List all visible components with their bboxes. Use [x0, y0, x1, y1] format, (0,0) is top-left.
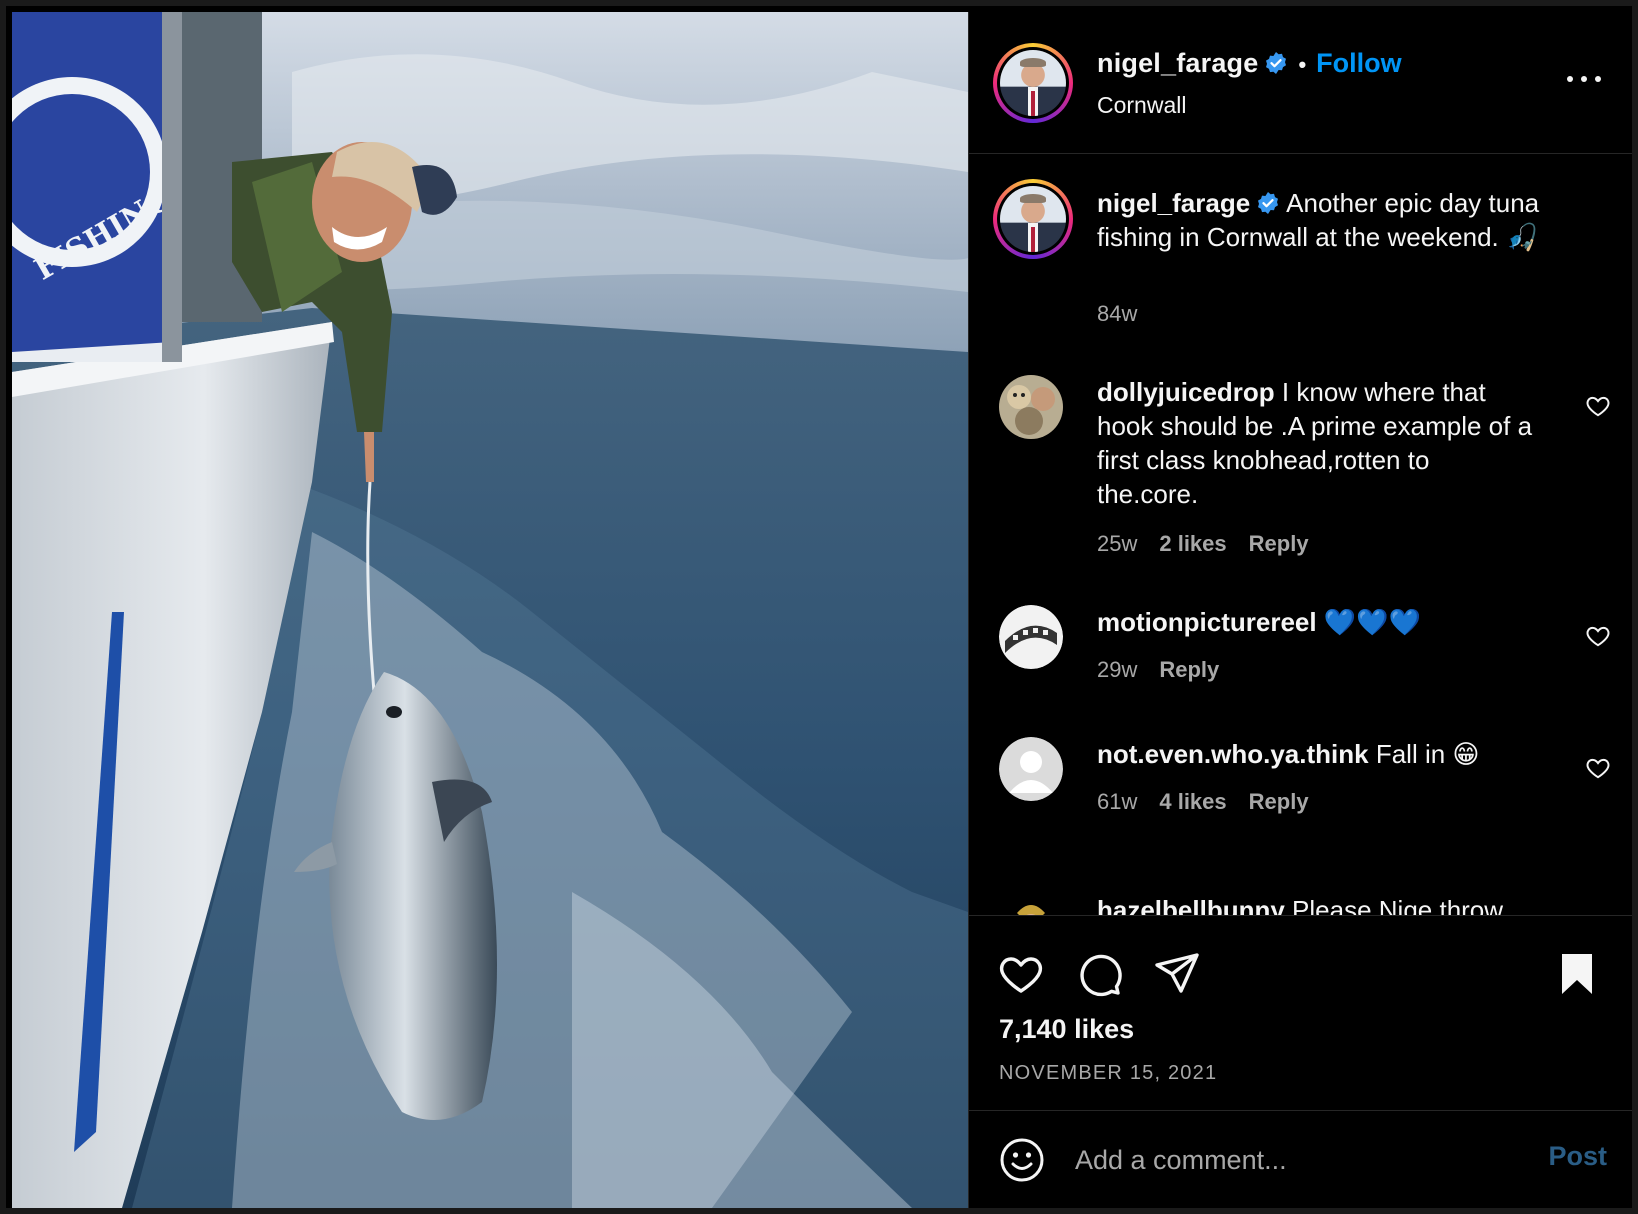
comment-likes[interactable]: 4 likes: [1159, 789, 1226, 814]
comment-username[interactable]: not.even.who.ya.think: [1097, 739, 1369, 769]
caption-meta: 84w: [1097, 301, 1159, 327]
comment-bubble-icon[interactable]: [1075, 950, 1123, 998]
commenter-avatar[interactable]: [999, 375, 1063, 439]
comment-age: 61w: [1097, 789, 1138, 814]
comment-text-block: dollyjuicedrop I know where that hook sh…: [1097, 375, 1537, 511]
author-username[interactable]: nigel_farage: [1097, 48, 1258, 78]
post-button[interactable]: Post: [1548, 1141, 1607, 1172]
comment-text-block: not.even.who.ya.think Fall in 😁: [1097, 737, 1537, 771]
heart-icon[interactable]: [1585, 623, 1611, 649]
follow-button[interactable]: Follow: [1316, 48, 1401, 78]
author-avatar[interactable]: [993, 43, 1073, 123]
comment-text-block: motionpicturereel 💙💙💙: [1097, 605, 1537, 639]
post-actions: 7,140 likes NOVEMBER 15, 2021: [969, 915, 1632, 1110]
comment-composer: Post: [969, 1110, 1632, 1208]
emoji-smile-icon[interactable]: [999, 1137, 1045, 1183]
caption-text-block: nigel_farage Another epic day tuna fishin…: [1097, 186, 1557, 254]
comment-username[interactable]: hazelbellbunny: [1097, 895, 1285, 915]
author-line: nigel_farage • Follow: [1097, 48, 1402, 79]
more-options-icon[interactable]: [1567, 74, 1601, 84]
caption-age: 84w: [1097, 301, 1138, 326]
heart-icon[interactable]: [997, 950, 1045, 998]
comment-text-block: hazelbellbunny Please Nige throw: [1097, 893, 1577, 915]
comment-text: Please Nige throw: [1292, 895, 1504, 915]
comment-age: 25w: [1097, 531, 1138, 556]
reply-button[interactable]: Reply: [1249, 789, 1309, 814]
comments-list[interactable]: nigel_farage Another epic day tuna fishin…: [969, 155, 1632, 915]
verified-badge-icon: [1266, 52, 1287, 74]
comment-age: 29w: [1097, 657, 1138, 682]
comment-text: 💙💙💙: [1323, 607, 1421, 637]
commenter-avatar[interactable]: [999, 605, 1063, 669]
comment-meta: 61w 4 likes Reply: [1097, 789, 1331, 815]
commenter-avatar[interactable]: [999, 737, 1063, 801]
separator-dot: •: [1298, 52, 1307, 77]
post-header: nigel_farage • Follow Cornwall: [969, 12, 1632, 154]
caption-username[interactable]: nigel_farage: [1097, 188, 1250, 218]
post-photo: FISHING: [12, 12, 968, 1208]
post-location[interactable]: Cornwall: [1097, 92, 1186, 119]
comment-input[interactable]: [1075, 1135, 1495, 1185]
commenter-avatar[interactable]: [999, 893, 1063, 915]
heart-icon[interactable]: [1585, 755, 1611, 781]
paper-plane-icon[interactable]: [1153, 950, 1201, 998]
caption-avatar[interactable]: [993, 179, 1073, 259]
reply-button[interactable]: Reply: [1249, 531, 1309, 556]
instagram-post-modal: FISHING nigel_farage • Follow Cornwall n…: [0, 0, 1638, 1214]
post-date: NOVEMBER 15, 2021: [999, 1062, 1218, 1084]
comment-meta: 29w Reply: [1097, 657, 1241, 683]
comment-meta: 25w 2 likes Reply: [1097, 531, 1331, 557]
heart-icon[interactable]: [1585, 393, 1611, 419]
likes-count[interactable]: 7,140 likes: [999, 1014, 1134, 1045]
comment-username[interactable]: dollyjuicedrop: [1097, 377, 1275, 407]
comment-likes[interactable]: 2 likes: [1159, 531, 1226, 556]
comment-text: Fall in 😁: [1375, 739, 1480, 769]
post-sidebar: nigel_farage • Follow Cornwall nigel_farag…: [968, 12, 1632, 1208]
bookmark-filled-icon[interactable]: [1553, 950, 1601, 998]
reply-button[interactable]: Reply: [1159, 657, 1219, 682]
comment-username[interactable]: motionpicturereel: [1097, 607, 1317, 637]
post-photo-illustration: FISHING: [12, 12, 968, 1208]
verified-badge-icon: [1258, 192, 1279, 214]
